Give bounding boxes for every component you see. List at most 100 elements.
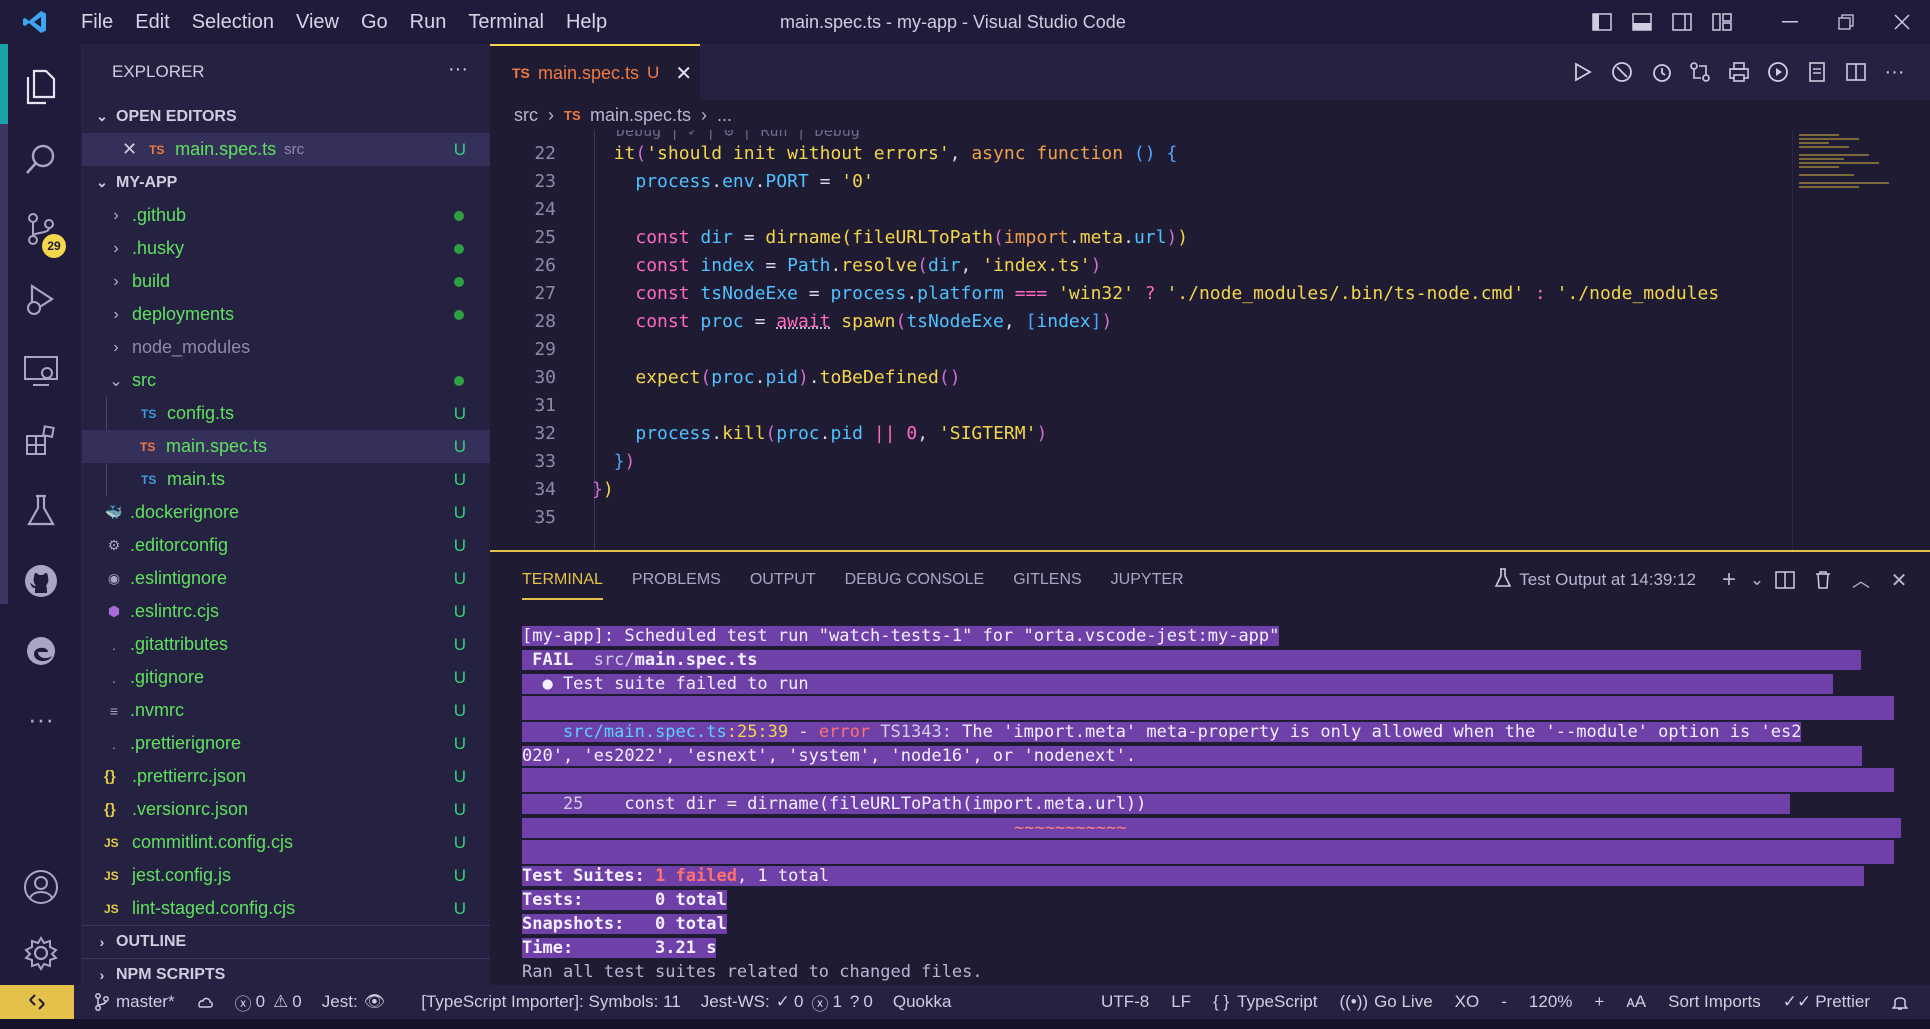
project-section[interactable]: ⌄ MY-APP xyxy=(82,166,490,199)
typescript-importer-status[interactable]: [TypeScript Importer]: Symbols: 11 xyxy=(421,992,681,1012)
menu-terminal[interactable]: Terminal xyxy=(457,11,555,34)
breadcrumb-file[interactable]: main.spec.ts xyxy=(590,105,691,126)
menu-help[interactable]: Help xyxy=(555,11,618,34)
tree-folder-node-modules[interactable]: › node_modules xyxy=(82,331,490,364)
menu-selection[interactable]: Selection xyxy=(181,11,285,34)
menu-edit[interactable]: Edit xyxy=(124,11,180,34)
tree-file-main-ts[interactable]: TS main.ts U xyxy=(106,463,490,496)
chevron-down-icon[interactable]: ⌄ xyxy=(1748,570,1766,590)
terminal-output[interactable]: [my-app]: Scheduled test run "watch-test… xyxy=(522,624,1922,984)
sync-icon[interactable] xyxy=(195,994,215,1010)
tree-file-prettierignore[interactable]: . .prettierignore U xyxy=(82,727,490,760)
run-file-icon[interactable] xyxy=(1563,62,1602,82)
close-tab-icon[interactable]: ✕ xyxy=(675,61,692,86)
tab-debug-console[interactable]: DEBUG CONSOLE xyxy=(845,552,985,608)
tab-problems[interactable]: PROBLEMS xyxy=(632,552,721,608)
close-icon[interactable]: ✕ xyxy=(122,139,137,160)
git-branch[interactable]: master* xyxy=(94,992,175,1012)
close-window-icon[interactable] xyxy=(1874,0,1930,44)
more-actions-icon[interactable]: ··· xyxy=(1875,61,1914,84)
tab-jupyter[interactable]: JUPYTER xyxy=(1111,552,1184,608)
tree-file-prettierrc[interactable]: {} .prettierrc.json U xyxy=(82,760,490,793)
zoom-level[interactable]: 120% xyxy=(1529,992,1572,1012)
tab-main-spec-ts[interactable]: TS main.spec.ts U ✕ xyxy=(490,44,700,100)
maximize-panel-icon[interactable]: ︿ xyxy=(1842,567,1880,593)
encoding-status[interactable]: UTF-8 xyxy=(1101,992,1149,1012)
tree-file-eslintignore[interactable]: ◉ .eslintignore U xyxy=(82,562,490,595)
tree-file-eslintrc[interactable]: ⬢ .eslintrc.cjs U xyxy=(82,595,490,628)
tab-gitlens[interactable]: GITLENS xyxy=(1013,552,1081,608)
tree-file-main-spec-ts[interactable]: TS main.spec.ts U xyxy=(82,430,490,463)
jest-status[interactable]: Jest: 👁 xyxy=(322,992,386,1012)
problems-indicator[interactable]: ⓧ 0 ⚠ 0 xyxy=(235,990,302,1015)
customize-layout-icon[interactable] xyxy=(1702,0,1742,44)
trash-icon[interactable] xyxy=(1804,570,1842,590)
tab-terminal[interactable]: TERMINAL xyxy=(522,560,603,600)
timeline-icon[interactable] xyxy=(1641,61,1680,83)
xo-status[interactable]: XO xyxy=(1455,992,1480,1012)
outline-section[interactable]: › OUTLINE xyxy=(82,925,490,958)
tree-file-jest-config[interactable]: JS jest.config.js U xyxy=(82,859,490,892)
language-mode[interactable]: { } TypeScript xyxy=(1213,992,1317,1012)
open-editors-section[interactable]: ⌄ OPEN EDITORS xyxy=(82,100,490,133)
stop-debug-icon[interactable] xyxy=(1602,61,1641,83)
run-debug-icon[interactable] xyxy=(0,264,82,334)
split-editor-icon[interactable] xyxy=(1836,62,1875,82)
breadcrumb-more[interactable]: ... xyxy=(717,105,732,126)
tree-folder-build[interactable]: › build xyxy=(82,265,490,298)
testing-icon[interactable] xyxy=(0,476,82,546)
print-icon[interactable] xyxy=(1719,61,1758,83)
tree-file-versionrc[interactable]: {} .versionrc.json U xyxy=(82,793,490,826)
edge-devtools-icon[interactable] xyxy=(0,616,82,686)
search-icon[interactable] xyxy=(0,124,82,194)
tree-file-dockerignore[interactable]: 🐳 .dockerignore U xyxy=(82,496,490,529)
settings-gear-icon[interactable] xyxy=(0,918,82,988)
tree-file-editorconfig[interactable]: ⚙ .editorconfig U xyxy=(82,529,490,562)
breadcrumb-folder[interactable]: src xyxy=(514,105,538,126)
eol-status[interactable]: LF xyxy=(1171,992,1191,1012)
remote-explorer-icon[interactable] xyxy=(0,336,82,406)
toggle-sidebar-icon[interactable] xyxy=(1582,0,1622,44)
terminal-instance-select[interactable]: Test Output at 14:39:12 xyxy=(1519,570,1696,590)
minimize-icon[interactable] xyxy=(1762,0,1818,44)
tree-file-commitlint[interactable]: JS commitlint.config.cjs U xyxy=(82,826,490,859)
tree-file-gitattributes[interactable]: . .gitattributes U xyxy=(82,628,490,661)
github-icon[interactable] xyxy=(0,546,82,616)
menu-go[interactable]: Go xyxy=(350,11,399,34)
explorer-icon[interactable] xyxy=(0,52,82,122)
open-editor-item[interactable]: ✕ TS main.spec.ts src U xyxy=(82,133,490,166)
run-code-icon[interactable] xyxy=(1758,61,1797,83)
quokka-status[interactable]: Quokka xyxy=(893,992,952,1012)
split-terminal-icon[interactable] xyxy=(1766,571,1804,589)
source-control-icon[interactable]: 29 xyxy=(0,194,82,264)
minimap[interactable] xyxy=(1792,130,1930,550)
tree-file-nvmrc[interactable]: ≡ .nvmrc U xyxy=(82,694,490,727)
toggle-panel-icon[interactable] xyxy=(1622,0,1662,44)
tab-output[interactable]: OUTPUT xyxy=(750,552,816,608)
go-live-button[interactable]: ((•)) Go Live xyxy=(1339,992,1432,1012)
remote-indicator-icon[interactable] xyxy=(0,985,74,1019)
extensions-icon[interactable] xyxy=(0,406,82,476)
menu-file[interactable]: File xyxy=(70,11,124,34)
error-file[interactable]: src/main.spec.ts xyxy=(563,722,727,742)
font-size-icon[interactable]: ᴀA xyxy=(1626,992,1646,1012)
codelens[interactable]: Debug | ✓ | ⚙ | Run | Debug xyxy=(616,130,860,140)
tree-folder-husky[interactable]: › .husky xyxy=(82,232,490,265)
explorer-more-icon[interactable]: ··· xyxy=(448,58,468,81)
restore-icon[interactable] xyxy=(1818,0,1874,44)
menu-run[interactable]: Run xyxy=(399,11,458,34)
zoom-out-button[interactable]: - xyxy=(1501,992,1507,1012)
tree-folder-src[interactable]: ⌄ src xyxy=(82,364,490,397)
prettier-status[interactable]: ✓✓ Prettier xyxy=(1783,992,1870,1012)
menu-view[interactable]: View xyxy=(285,11,350,34)
compare-changes-icon[interactable] xyxy=(1680,61,1719,83)
more-views-icon[interactable]: ··· xyxy=(0,684,82,754)
jest-ws-status[interactable]: Jest-WS: ✓ 0 ⓧ 1 ? 0 xyxy=(701,990,873,1015)
npm-scripts-section[interactable]: › NPM SCRIPTS xyxy=(82,958,490,985)
notifications-bell-icon[interactable] xyxy=(1892,993,1908,1011)
toggle-secondary-sidebar-icon[interactable] xyxy=(1662,0,1702,44)
tree-file-lint-staged[interactable]: JS lint-staged.config.cjs U xyxy=(82,892,490,925)
new-terminal-icon[interactable]: + xyxy=(1710,566,1748,594)
accounts-icon[interactable] xyxy=(0,852,82,922)
code-editor[interactable]: Debug | ✓ | ⚙ | Run | Debug 22 it('shoul… xyxy=(490,130,1930,550)
